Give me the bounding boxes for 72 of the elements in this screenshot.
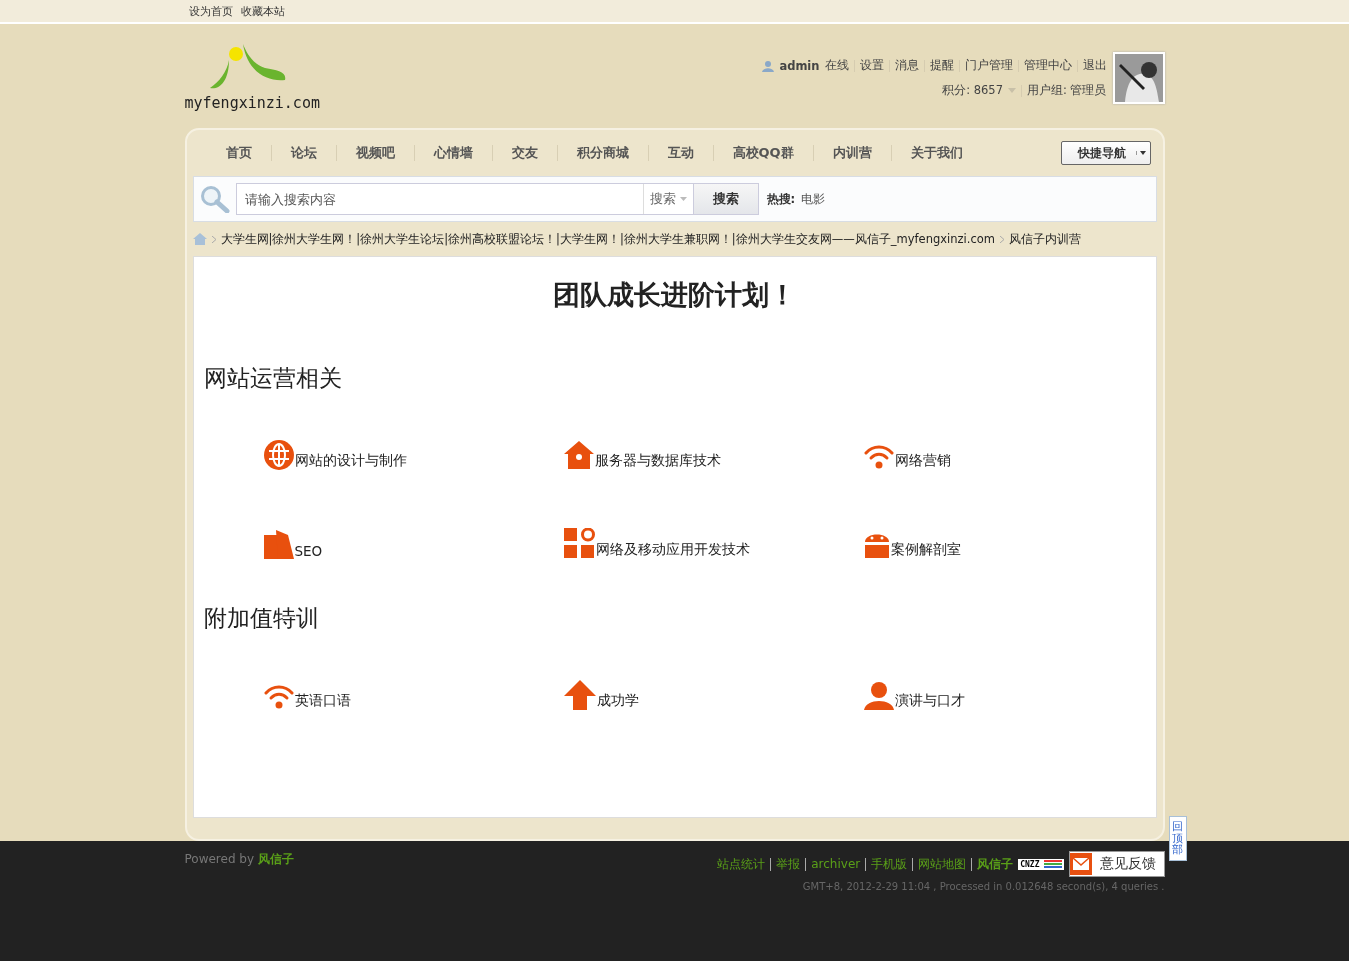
footer-link[interactable]: 风信子 [977,855,1014,873]
online-status: 在线 [824,58,849,73]
footer-link[interactable]: 手机版 [871,855,908,873]
grid-icon [563,528,595,559]
wifi-icon [863,444,894,470]
course-link[interactable]: 网络营销 [894,452,951,470]
search-icon [199,185,230,213]
caret-icon [1135,151,1146,155]
caret-icon [1007,88,1016,93]
back-to-top-button[interactable]: 回顶部 [1168,816,1187,861]
breadcrumb-link[interactable]: 大学生网|徐州大学生网！|徐州大学生论坛|徐州高校联盟论坛！|大学生网！|徐州大学生兼职网！|徐州大学生交友网——风信子_myfengxinzi.com [220,231,995,247]
usergroup-link[interactable]: 用户组: 管理员 [1026,83,1107,98]
course-link[interactable]: 英语口语 [294,692,351,710]
brand-link[interactable]: 风信子 [257,852,294,866]
folder-icon [263,529,294,559]
course-link[interactable]: 成功学 [596,692,639,710]
house-icon [563,440,594,470]
nav-item[interactable]: 关于我们 [905,144,968,162]
nav-item[interactable]: 心情墙 [428,144,478,162]
nav-item[interactable]: 积分商城 [571,144,634,162]
nav-item[interactable]: 首页 [220,144,257,162]
caret-icon [679,197,687,201]
nav-item[interactable]: 互动 [662,144,699,162]
section-heading: 网站运营相关 [203,364,343,393]
user-link[interactable]: 设置 [859,58,884,73]
hot-label: 热搜: [766,191,796,207]
hot-search-link[interactable]: 电影 [801,191,826,207]
quick-nav-button[interactable]: 快捷导航 [1060,141,1151,165]
nav-item[interactable]: 交友 [506,144,543,162]
wifi-icon [263,684,294,710]
top-link[interactable]: 设为首页 [188,4,233,19]
user-link[interactable]: 退出 [1082,58,1107,73]
username-link[interactable]: admin [779,58,820,73]
course-link[interactable]: 网络及移动应用开发技术 [595,541,750,559]
user-link[interactable]: 消息 [894,58,919,73]
footer-link[interactable]: 网站地图 [918,855,967,873]
nav-item[interactable]: 内训营 [827,144,877,162]
avatar[interactable] [1112,52,1165,104]
search-button[interactable]: 搜索 [692,183,759,215]
top-link[interactable]: 收藏本站 [240,4,285,19]
footer-link[interactable]: 站点统计 [717,855,766,873]
up-arrow-icon [563,680,596,710]
chevron-icon [999,235,1004,243]
user-link[interactable]: 提醒 [929,58,954,73]
processing-stats: GMT+8, 2012-2-29 11:04 , Processed in 0.012648 second(s), 4 queries . [802,881,1165,892]
person-icon [863,682,894,710]
nav-item[interactable]: 论坛 [285,144,322,162]
globe-icon [263,440,294,470]
mail-icon [1069,853,1092,875]
chevron-icon [211,235,216,243]
powered-by-text: Powered by [184,852,255,866]
cnzz-badge[interactable]: CNZZ [1018,858,1064,870]
feedback-button[interactable]: 意见反馈 [1068,851,1165,877]
logo-text: myfengxinzi.com [184,94,320,112]
course-link[interactable]: 网站的设计与制作 [294,452,407,470]
course-link[interactable]: 演讲与口才 [894,692,965,710]
user-icon [762,59,775,72]
nav-item[interactable]: 视频吧 [350,144,400,162]
footer-link[interactable]: 举报 [776,855,801,873]
section-heading: 附加值特训 [203,604,320,633]
nav-item[interactable]: 高校QQ群 [727,144,799,162]
search-type-select[interactable]: 搜索 [642,184,693,214]
course-link[interactable]: 服务器与数据库技术 [594,452,721,470]
user-link[interactable]: 管理中心 [1023,58,1072,73]
user-link[interactable]: 门户管理 [964,58,1013,73]
course-link[interactable]: 案例解剖室 [890,541,961,559]
page-title: 团队成长进阶计划！ [552,278,797,312]
footer-link[interactable]: archiver [811,857,861,871]
course-link[interactable]: SEO [294,543,323,559]
breadcrumb-link[interactable]: 风信子内训营 [1008,231,1081,247]
points-link[interactable]: 积分: 8657 [942,83,1003,98]
search-field[interactable]: 请输入搜索内容 搜索 [235,183,694,215]
